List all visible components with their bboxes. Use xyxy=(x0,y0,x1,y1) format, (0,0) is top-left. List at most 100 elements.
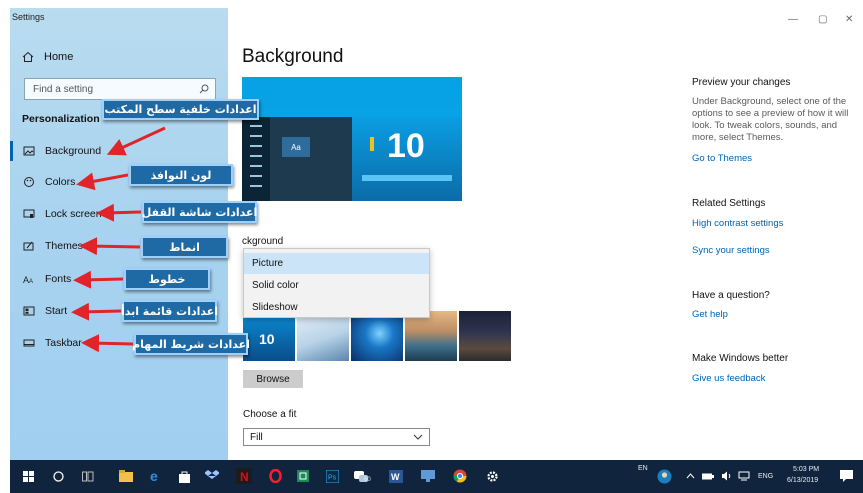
app-icon xyxy=(297,470,309,482)
input-language[interactable]: ENG xyxy=(758,473,773,480)
volume-tray[interactable] xyxy=(718,468,734,484)
home-nav-item[interactable]: Home xyxy=(22,51,73,63)
recent-image-4[interactable] xyxy=(405,311,457,361)
photoshop-taskbar[interactable]: Ps xyxy=(324,468,340,484)
network-tray[interactable] xyxy=(736,468,752,484)
avatar-icon xyxy=(657,469,671,483)
show-hidden-icons[interactable] xyxy=(682,468,698,484)
feedback-link[interactable]: Give us feedback xyxy=(692,373,765,384)
question-heading: Have a question? xyxy=(692,290,770,301)
messaging-taskbar[interactable]: 60 xyxy=(353,468,371,484)
sidebar-item-lock-screen[interactable]: Lock screen xyxy=(23,206,102,222)
windows-logo-icon xyxy=(22,470,34,482)
minimize-button[interactable]: — xyxy=(788,14,798,25)
netflix-taskbar[interactable]: N xyxy=(236,468,252,484)
sidebar-item-start[interactable]: Start xyxy=(23,303,67,319)
sync-settings-link[interactable]: Sync your settings xyxy=(692,245,770,256)
annotation-start: اعدادات قائمة ابدأ xyxy=(121,300,218,322)
search-icon[interactable] xyxy=(199,84,209,94)
brush-icon xyxy=(23,241,34,251)
high-contrast-link[interactable]: High contrast settings xyxy=(692,218,783,229)
sidebar-item-fonts[interactable]: AA Fonts xyxy=(23,271,71,287)
find-setting-search[interactable]: Find a setting xyxy=(24,78,216,100)
get-help-link[interactable]: Get help xyxy=(692,309,728,320)
maximize-button[interactable]: ▢ xyxy=(818,14,827,25)
preview-logo-text: 10 xyxy=(387,127,425,165)
annotation-themes: انماط xyxy=(141,236,228,258)
chevron-up-icon xyxy=(686,473,694,479)
annotation-fonts: خطوط xyxy=(124,268,210,290)
store-taskbar[interactable] xyxy=(176,468,192,484)
recent-image-3[interactable] xyxy=(351,311,403,361)
option-slideshow[interactable]: Slideshow xyxy=(244,297,429,318)
thumb-logo: 10 xyxy=(259,331,275,347)
preview-tile: Aa xyxy=(282,137,310,157)
file-explorer-taskbar[interactable] xyxy=(118,468,134,484)
browse-button[interactable]: Browse xyxy=(243,370,303,388)
opera-taskbar[interactable] xyxy=(267,468,283,484)
cortana-icon xyxy=(52,470,64,482)
annotation-background: اعدادات خلفية سطح المكتب xyxy=(102,99,259,120)
sidebar-item-label: Start xyxy=(45,305,68,317)
cortana-search-button[interactable] xyxy=(50,468,66,484)
section-title-personalization: Personalization xyxy=(22,113,100,125)
option-picture[interactable]: Picture xyxy=(244,253,429,274)
sidebar-item-colors[interactable]: Colors xyxy=(23,174,75,190)
screenshot-frame: — ▢ ✕ Settings Home Find a setting Perso… xyxy=(0,0,863,493)
background-preview: Aa 10 xyxy=(242,77,462,201)
sidebar-item-label: Fonts xyxy=(45,273,72,285)
green-app-taskbar[interactable] xyxy=(295,468,311,484)
sidebar-item-label: Themes xyxy=(45,240,83,252)
sidebar-item-label: Background xyxy=(45,145,102,157)
avatar-tray[interactable] xyxy=(656,468,672,484)
svg-text:W: W xyxy=(391,472,400,482)
start-button[interactable] xyxy=(20,468,36,484)
chrome-taskbar[interactable] xyxy=(452,468,468,484)
recent-image-2[interactable] xyxy=(297,311,349,361)
recent-image-5[interactable] xyxy=(459,311,511,361)
fit-value: Fill xyxy=(250,431,263,443)
clock-time[interactable]: 5:03 PM xyxy=(793,466,819,473)
action-center-button[interactable] xyxy=(838,468,854,484)
edge-taskbar[interactable]: e xyxy=(148,468,164,484)
clock-date[interactable]: 6/13/2019 xyxy=(787,477,818,484)
choose-fit-label: Choose a fit xyxy=(243,409,297,420)
gear-icon xyxy=(486,470,498,482)
netflix-icon: N xyxy=(240,470,249,482)
close-button[interactable]: ✕ xyxy=(845,14,853,25)
task-view-icon xyxy=(82,471,94,481)
word-taskbar[interactable]: W xyxy=(388,468,404,484)
taskbar-icon xyxy=(23,339,35,347)
store-icon xyxy=(178,471,190,483)
screen-app-taskbar[interactable] xyxy=(420,468,436,484)
input-language-small: EN xyxy=(638,465,648,472)
sidebar-item-label: Colors xyxy=(45,176,76,188)
task-view-button[interactable] xyxy=(80,468,96,484)
option-solid-color[interactable]: Solid color xyxy=(244,275,429,296)
windows-taskbar: e N Ps 60 W EN ENG 5:03 PM 6/13/2019 xyxy=(10,460,863,493)
window-title: Settings xyxy=(12,12,45,22)
background-label: ckground xyxy=(242,236,284,247)
background-type-dropdown[interactable]: Picture Solid color Slideshow xyxy=(243,248,430,318)
recent-image-1[interactable]: 10 xyxy=(243,311,295,361)
go-to-themes-link[interactable]: Go to Themes xyxy=(692,153,752,164)
volume-icon xyxy=(721,471,730,481)
choose-fit-select[interactable]: Fill xyxy=(243,428,430,446)
word-icon: W xyxy=(389,469,403,483)
palette-icon xyxy=(24,177,34,187)
sidebar-item-background[interactable]: Background xyxy=(23,143,101,159)
annotation-colors: لون النوافذ xyxy=(129,164,233,186)
sidebar-item-themes[interactable]: Themes xyxy=(23,238,83,254)
font-icon: AA xyxy=(23,275,33,285)
sidebar-item-label: Lock screen xyxy=(45,208,102,220)
windows-10-logo: 10 xyxy=(352,117,462,201)
settings-taskbar[interactable] xyxy=(484,468,500,484)
related-settings-heading: Related Settings xyxy=(692,198,766,209)
home-label: Home xyxy=(44,51,74,63)
folder-icon xyxy=(119,470,133,482)
settings-sidebar xyxy=(10,8,228,460)
photoshop-icon: Ps xyxy=(325,469,339,483)
battery-tray[interactable] xyxy=(700,468,716,484)
dropbox-taskbar[interactable] xyxy=(204,468,220,484)
sidebar-item-taskbar[interactable]: Taskbar xyxy=(23,335,82,351)
